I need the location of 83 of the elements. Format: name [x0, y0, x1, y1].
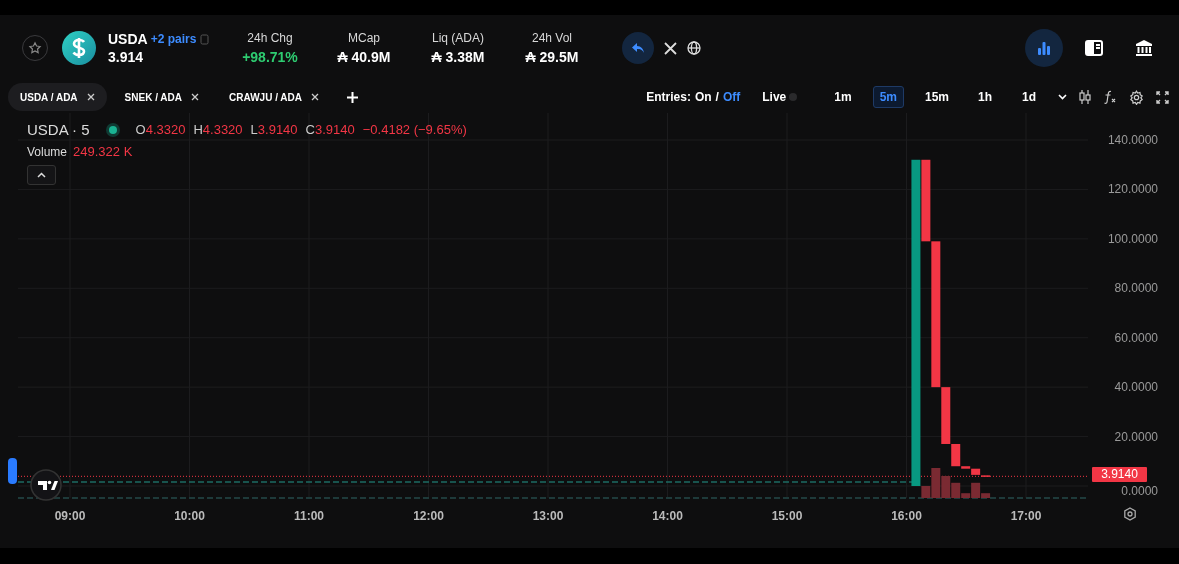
entries-label: Entries: — [646, 90, 691, 104]
fullscreen-button[interactable] — [1156, 90, 1169, 104]
x-axis-label: 13:00 — [532, 509, 564, 523]
bar-chart-icon — [1036, 40, 1052, 56]
interval-button[interactable]: 1d — [1014, 86, 1044, 108]
ohlc-value: L3.9140 — [250, 122, 298, 137]
x-axis-label: 11:00 — [294, 509, 324, 523]
entries-option[interactable]: On — [694, 90, 712, 104]
stat-value: ₳ 3.38M — [431, 49, 485, 65]
x-axis-label: 17:00 — [1010, 509, 1042, 523]
y-axis-label: 40.0000 — [1114, 380, 1158, 395]
volume-label: Volume — [27, 144, 68, 159]
indicators-button[interactable] — [1103, 90, 1117, 104]
pair-tab[interactable]: CRAWJU / ADA — [217, 83, 331, 111]
x-axis-label: 15:00 — [771, 509, 803, 523]
volume-value: 249.322 K — [73, 144, 133, 159]
x-axis-label: 12:00 — [413, 509, 444, 523]
stat-label: 24h Chg — [247, 31, 293, 45]
interval-button[interactable]: 1h — [970, 86, 1000, 108]
price-label: 3.9140 — [1092, 467, 1147, 482]
x-axis-label: 14:00 — [652, 509, 683, 523]
live-toggle[interactable]: Live — [756, 89, 804, 105]
view-button[interactable] — [1025, 29, 1063, 67]
settings-icon — [1129, 89, 1144, 105]
stat-label: 24h Vol — [531, 31, 572, 45]
status-dot-icon — [105, 122, 120, 137]
candle-type-button[interactable] — [1079, 90, 1091, 104]
more-intervals-button[interactable] — [1058, 94, 1067, 100]
add-tab-button[interactable] — [347, 91, 358, 103]
y-axis-label: 60.0000 — [1114, 330, 1158, 345]
y-axis-label: 100.0000 — [1107, 231, 1158, 246]
close-icon[interactable] — [86, 93, 95, 101]
entries-option[interactable]: Off — [722, 90, 741, 104]
stat-value: +98.71% — [242, 49, 298, 65]
bank-icon — [1135, 39, 1153, 57]
token-logo — [62, 31, 96, 65]
globe-icon — [687, 41, 701, 55]
ohlc-value: C3.9140 — [305, 122, 355, 137]
website-link[interactable] — [687, 41, 701, 55]
x-link[interactable] — [664, 41, 677, 55]
y-axis-label: 120.0000 — [1107, 182, 1158, 197]
plus-icon — [347, 91, 358, 103]
scroll-handle[interactable] — [8, 458, 17, 484]
pair-tab[interactable]: USDA / ADA — [8, 83, 107, 111]
y-axis-label: 20.0000 — [1114, 429, 1158, 444]
candles-icon — [1079, 90, 1091, 104]
stat-label: MCap — [348, 31, 380, 45]
ohlc-value: O4.3320 — [135, 122, 186, 137]
expand-icon — [1156, 90, 1169, 104]
ohlc-value: H4.3320 — [193, 122, 243, 137]
stat-value: ₳ 40.9M — [337, 49, 391, 65]
chart-symbol: USDA · 5 — [27, 121, 90, 138]
caret-icon — [1058, 94, 1067, 100]
stat-value: ₳ 29.5M — [525, 49, 579, 65]
x-axis-label: 10:00 — [174, 509, 205, 523]
y-axis-label: 0.0000 — [1121, 484, 1158, 498]
close-icon[interactable] — [191, 93, 199, 101]
panel-icon — [1085, 40, 1103, 56]
price-change: −0.4182 (−9.65%) — [362, 122, 467, 137]
close-icon[interactable] — [311, 93, 319, 101]
pair-tab[interactable]: SNEK / ADA — [112, 83, 211, 111]
stat-label: Liq (ADA) — [432, 31, 484, 45]
x-axis-label: 09:00 — [54, 509, 86, 523]
interval-button[interactable]: 1m — [827, 86, 859, 108]
y-axis-label: 140.0000 — [1107, 133, 1158, 147]
x-icon — [664, 41, 677, 55]
interval-button[interactable]: 15m — [917, 86, 956, 108]
settings-icon[interactable] — [1123, 507, 1137, 521]
pairs-link[interactable]: +2 pairs — [150, 32, 197, 46]
collapse-button[interactable] — [27, 165, 56, 185]
chevron-up-icon — [37, 172, 46, 178]
token-symbol: USDA — [108, 31, 148, 47]
reply-button[interactable] — [622, 32, 654, 64]
star-icon — [28, 41, 42, 55]
entries-option[interactable]: / — [715, 90, 719, 104]
y-axis-label: 80.0000 — [1114, 281, 1158, 296]
settings-button[interactable] — [1129, 89, 1144, 105]
reply-icon — [631, 42, 645, 54]
x-axis-label: 16:00 — [891, 509, 922, 523]
interval-button[interactable]: 5m — [872, 86, 904, 108]
token-price: 3.914 — [108, 49, 145, 65]
function-icon — [1103, 90, 1117, 104]
volume-bar — [941, 476, 951, 498]
